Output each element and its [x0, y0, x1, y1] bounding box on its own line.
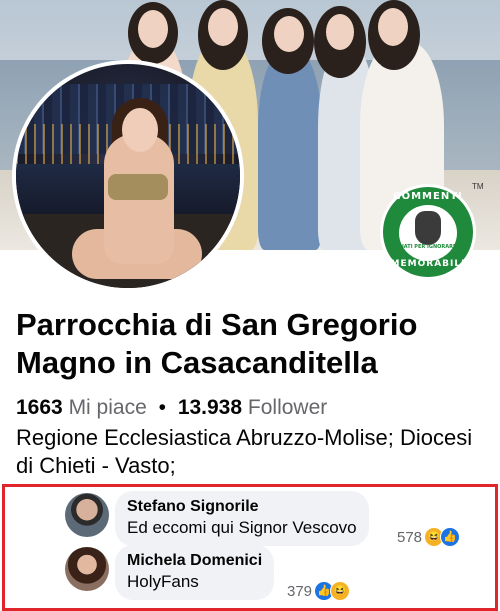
- commenti-memorabili-logo: COMMENTI NATI PER IGNORARE MEMORABILI: [380, 184, 476, 280]
- cover-figure-face: [378, 8, 408, 46]
- profile-picture-frame[interactable]: [12, 60, 244, 292]
- cover-figure-face: [274, 16, 304, 52]
- highlighted-comments: Stefano Signorile Ed eccomi qui Signor V…: [2, 484, 498, 611]
- comment-text: Ed eccomi qui Signor Vescovo: [127, 518, 357, 537]
- comment: Michela Domenici HolyFans 379 👍 😆: [5, 545, 495, 603]
- logo-bottom-text: MEMORABILI: [390, 259, 466, 269]
- logo-center: NATI PER IGNORARE: [399, 205, 457, 261]
- comment: Stefano Signorile Ed eccomi qui Signor V…: [5, 491, 495, 547]
- comment-bubble: Stefano Signorile Ed eccomi qui Signor V…: [115, 491, 369, 546]
- comment-author[interactable]: Michela Domenici: [127, 551, 262, 571]
- comment-bubble: Michela Domenici HolyFans: [115, 545, 275, 600]
- reaction-summary[interactable]: 578 😆 👍: [397, 527, 461, 547]
- reaction-summary[interactable]: 379 👍 😆: [287, 581, 351, 601]
- comment-text: HolyFans: [127, 572, 199, 591]
- logo-top-text: COMMENTI: [393, 191, 463, 202]
- cover-figure-face: [138, 10, 168, 48]
- followers-count[interactable]: 13.938: [178, 396, 242, 419]
- page-title: Parrocchia di San Gregorio Magno in Casa…: [16, 307, 418, 380]
- stats-separator: •: [158, 396, 166, 419]
- cover-figure: [258, 50, 322, 250]
- bearded-face-icon: [415, 211, 441, 245]
- page-stats: 1663 Mi piace • 13.938 Follower: [16, 396, 327, 420]
- logo-small-text: NATI PER IGNORARE: [399, 244, 457, 250]
- avatar-figure-face: [122, 108, 158, 152]
- reaction-count: 578: [397, 528, 423, 546]
- comment-author[interactable]: Stefano Signorile: [127, 497, 357, 517]
- cover-figure-face: [208, 8, 238, 46]
- avatar[interactable]: [65, 493, 109, 537]
- trademark-mark: TM: [472, 182, 484, 191]
- cover-figure-face: [326, 14, 354, 50]
- profile-picture[interactable]: [16, 64, 240, 288]
- followers-label[interactable]: Follower: [248, 396, 327, 419]
- likes-count[interactable]: 1663: [16, 396, 63, 419]
- likes-label[interactable]: Mi piace: [69, 396, 147, 419]
- avatar-figure-top: [108, 174, 168, 200]
- haha-icon: 😆: [330, 581, 351, 601]
- page-description: Regione Ecclesiastica Abruzzo-Molise; Di…: [16, 425, 473, 478]
- reaction-count: 379: [287, 582, 313, 600]
- avatar[interactable]: [65, 547, 109, 591]
- like-icon: 👍: [440, 527, 461, 547]
- logo-ring: COMMENTI NATI PER IGNORARE MEMORABILI: [383, 187, 473, 277]
